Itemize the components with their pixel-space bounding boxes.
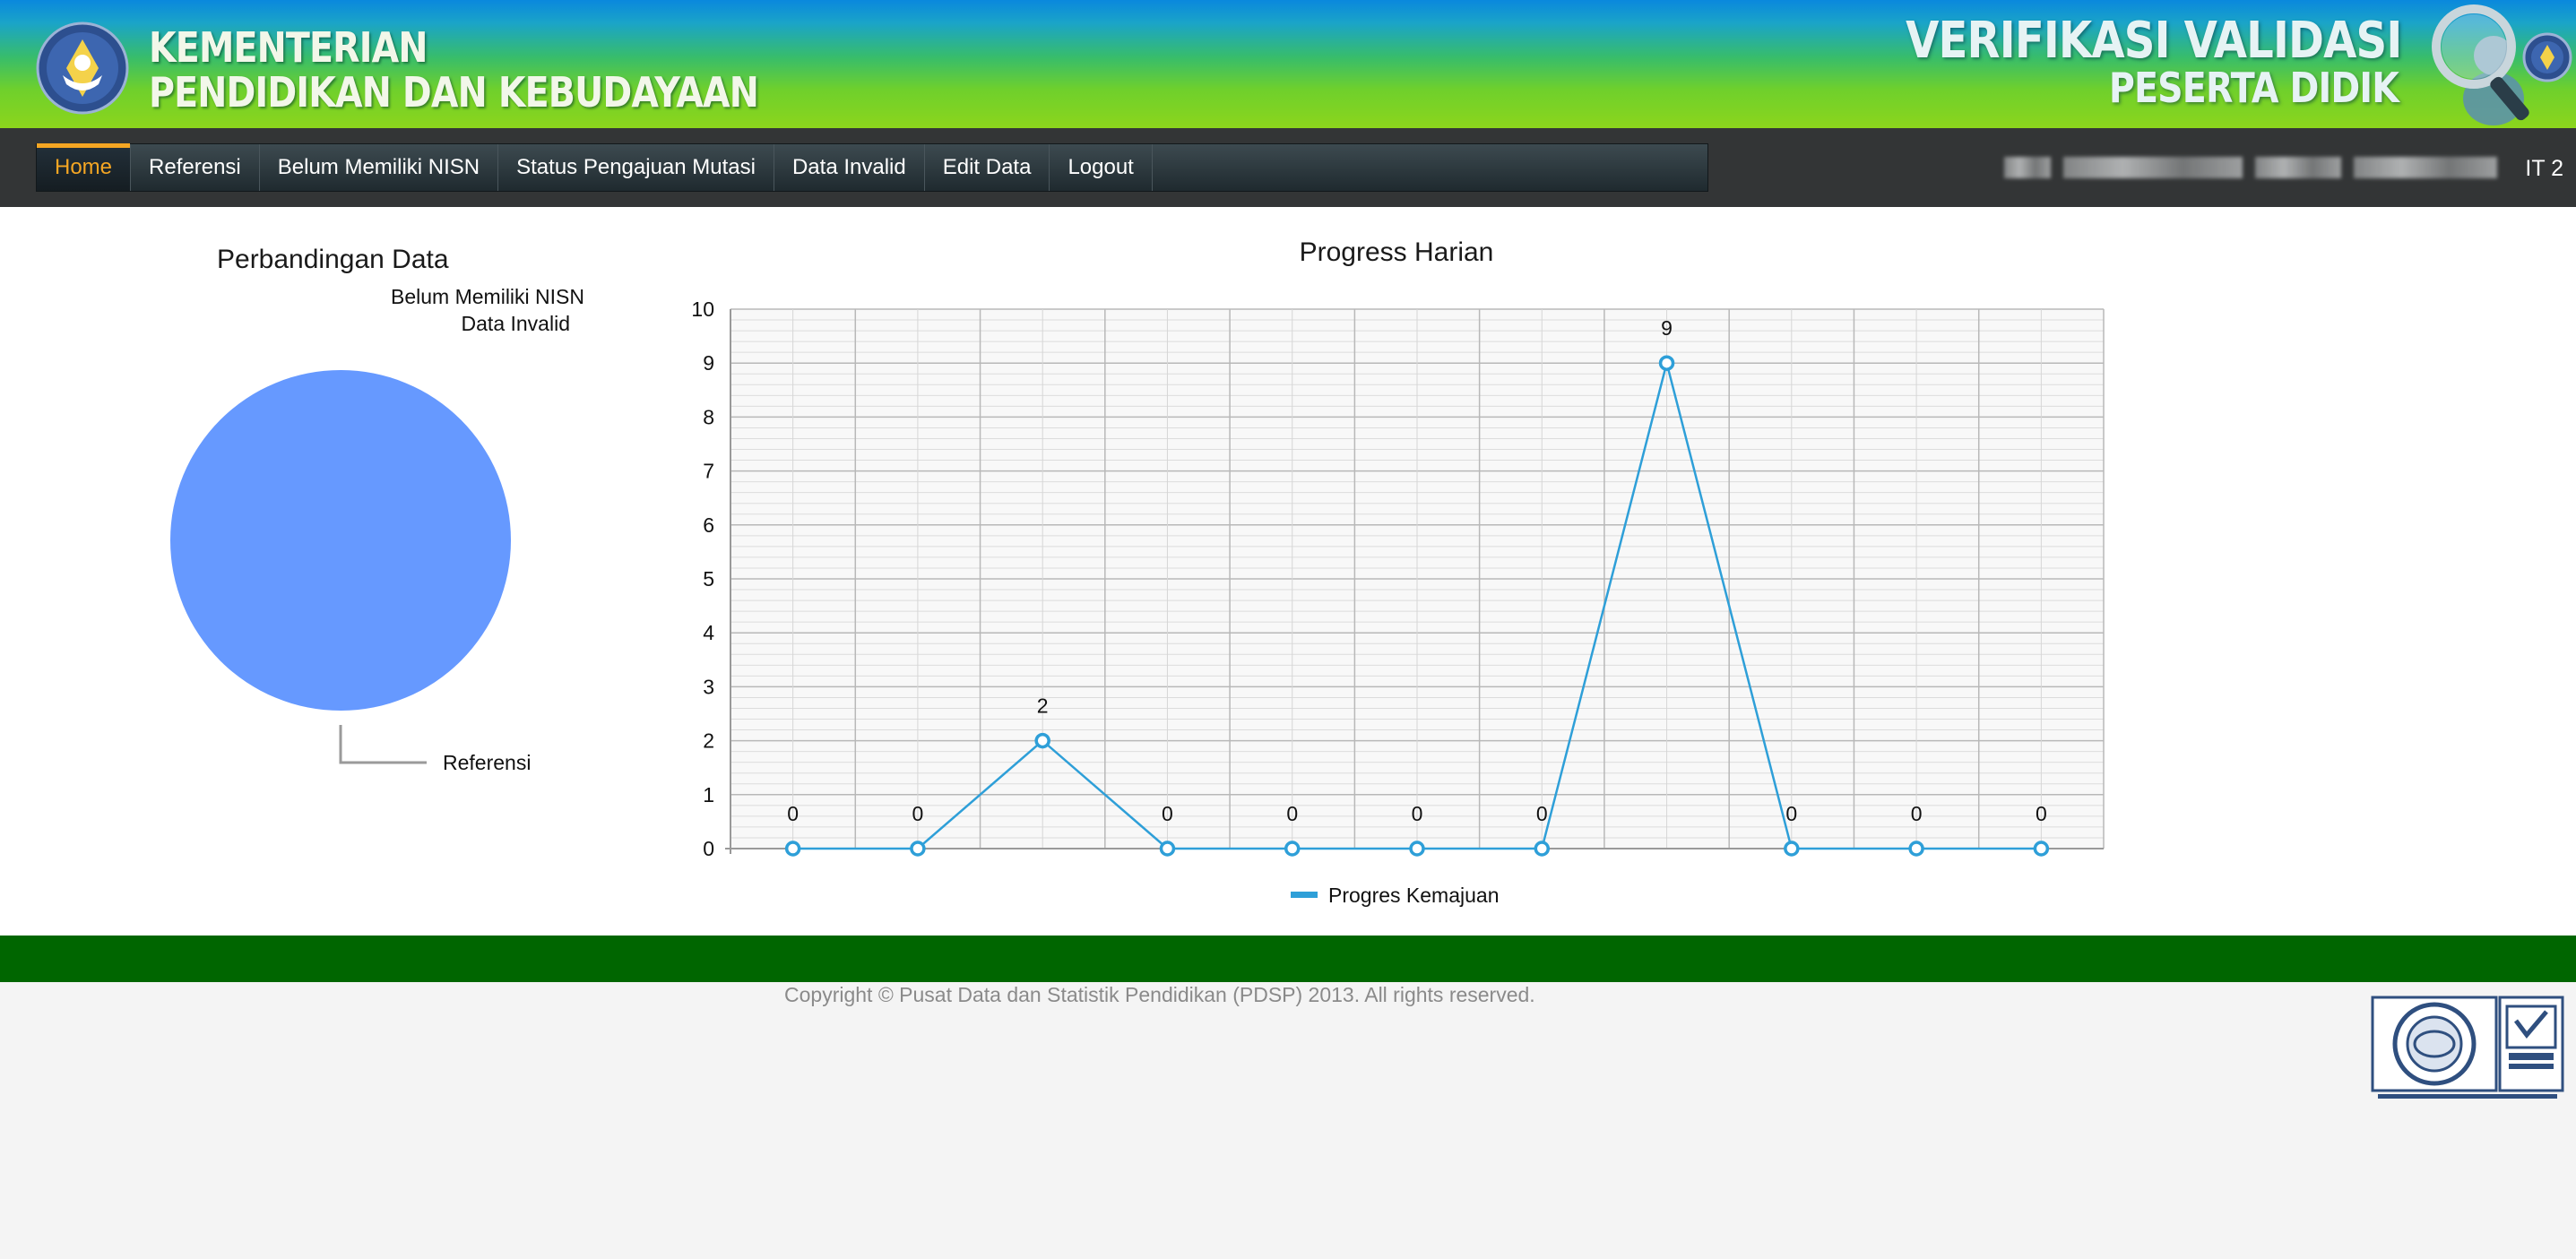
main-menu: Home Referensi Belum Memiliki NISN Statu… <box>36 143 1708 192</box>
copyright-text: Copyright © Pusat Data dan Statistik Pen… <box>784 983 1535 1006</box>
navigation-strip: Home Referensi Belum Memiliki NISN Statu… <box>0 128 2576 207</box>
menu-belum-memiliki-nisn-label: Belum Memiliki NISN <box>277 155 480 179</box>
menu-belum-memiliki-nisn[interactable]: Belum Memiliki NISN <box>260 144 499 191</box>
app-title-line2: PESERTA DIDIK <box>2108 64 2399 112</box>
menu-home-label: Home <box>55 155 113 179</box>
y-tick-label: 7 <box>703 460 714 483</box>
app-title-line1: VERIFIKASI VALIDASI <box>1905 12 2402 70</box>
data-point[interactable] <box>1034 732 1050 749</box>
ministry-name-line1: KEMENTERIAN <box>149 23 428 72</box>
data-label: 0 <box>1785 802 1797 825</box>
menu-edit-data[interactable]: Edit Data <box>925 144 1050 191</box>
y-tick-label: 6 <box>703 513 714 537</box>
line-chart: Progress Harian 0 1 2 3 4 5 6 7 8 9 10 0 0 2 0 0 0 0 9 0 0 0 Pr… <box>691 237 2105 907</box>
menu-logout-label: Logout <box>1068 155 1134 179</box>
legend-swatch <box>1291 892 1318 898</box>
y-tick-label: 5 <box>703 567 714 591</box>
user-info-suffix: IT 2 <box>2525 156 2563 181</box>
legend-label-progres-kemajuan: Progres Kemajuan <box>1328 884 1500 907</box>
y-tick-label: 4 <box>703 621 714 644</box>
data-label: 0 <box>1536 802 1548 825</box>
data-point[interactable] <box>784 841 801 857</box>
data-label: 0 <box>787 802 799 825</box>
y-tick-label: 9 <box>703 351 714 375</box>
pie-legend-belum-memiliki-nisn: Belum Memiliki NISN <box>391 285 584 308</box>
data-label: 2 <box>1037 694 1049 718</box>
data-point[interactable] <box>1908 841 1924 857</box>
user-info-redacted <box>2004 157 2497 178</box>
menu-logout[interactable]: Logout <box>1050 144 1153 191</box>
y-tick-label: 1 <box>703 783 714 806</box>
y-tick-label: 3 <box>703 675 714 698</box>
data-label: 0 <box>1162 802 1173 825</box>
pie-slice-referensi[interactable] <box>170 370 511 711</box>
pie-slice-connector <box>339 725 427 764</box>
y-tick-label: 10 <box>691 298 714 321</box>
data-label: 0 <box>1286 802 1298 825</box>
menu-status-pengajuan-mutasi-label: Status Pengajuan Mutasi <box>516 155 756 179</box>
data-point[interactable] <box>1784 841 1800 857</box>
menu-referensi-label: Referensi <box>149 155 241 179</box>
data-label: 9 <box>1661 316 1673 340</box>
menu-edit-data-label: Edit Data <box>942 155 1032 179</box>
y-tick-label: 2 <box>703 729 714 753</box>
header-banner: KEMENTERIAN PENDIDIKAN DAN KEBUDAYAAN VE… <box>0 0 2576 128</box>
menu-referensi[interactable]: Referensi <box>131 144 260 191</box>
menu-home[interactable]: Home <box>37 143 132 191</box>
menu-data-invalid[interactable]: Data Invalid <box>774 144 925 191</box>
data-label: 0 <box>1911 802 1923 825</box>
magnifier-person-icon <box>2432 4 2572 125</box>
data-point[interactable] <box>1658 355 1675 371</box>
menu-data-invalid-label: Data Invalid <box>791 155 906 179</box>
y-tick-label: 8 <box>703 405 714 428</box>
dashboard-content: Perbandingan Data Belum Memiliki NISN Da… <box>0 207 2576 936</box>
data-label: 0 <box>1412 802 1423 825</box>
ministry-name: KEMENTERIAN PENDIDIKAN DAN KEBUDAYAAN <box>149 23 759 116</box>
data-label: 0 <box>912 802 924 825</box>
line-chart-title: Progress Harian <box>1300 237 1494 267</box>
data-point[interactable] <box>1159 841 1176 857</box>
pie-chart: Belum Memiliki NISN Data Invalid Referen… <box>170 285 584 774</box>
data-point[interactable] <box>1284 841 1301 857</box>
y-tick-label: 0 <box>703 837 714 860</box>
menu-status-pengajuan-mutasi[interactable]: Status Pengajuan Mutasi <box>498 144 774 191</box>
data-point[interactable] <box>910 841 926 857</box>
app-title: VERIFIKASI VALIDASI PESERTA DIDIK <box>1905 12 2402 112</box>
pie-legend-data-invalid: Data Invalid <box>462 312 570 335</box>
tut-wuri-handayani-logo <box>36 22 129 115</box>
data-point[interactable] <box>1534 841 1551 857</box>
footer-bar <box>0 936 2576 982</box>
data-label: 0 <box>2036 802 2047 825</box>
data-point[interactable] <box>2033 841 2050 857</box>
ministry-name-line2: PENDIDIKAN DAN KEBUDAYAAN <box>149 68 759 116</box>
pie-slice-label-referensi: Referensi <box>443 751 531 774</box>
certification-logos <box>2371 996 2564 1099</box>
data-point[interactable] <box>1409 841 1425 857</box>
